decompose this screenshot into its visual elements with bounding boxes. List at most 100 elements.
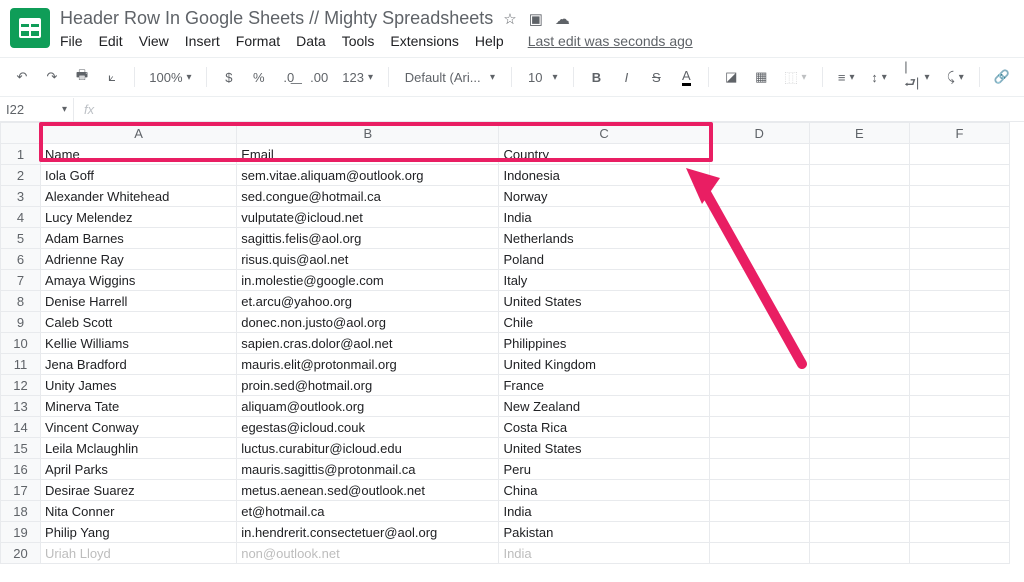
cell[interactable]: Italy (499, 270, 709, 291)
cell[interactable]: Name (41, 144, 237, 165)
row-header[interactable]: 4 (1, 207, 41, 228)
cell[interactable] (709, 270, 809, 291)
cell[interactable]: Poland (499, 249, 709, 270)
cell[interactable] (909, 270, 1009, 291)
cell[interactable]: Denise Harrell (41, 291, 237, 312)
cell[interactable] (809, 207, 909, 228)
cell[interactable] (909, 375, 1009, 396)
cell[interactable]: Philippines (499, 333, 709, 354)
cell[interactable] (809, 333, 909, 354)
cell[interactable]: India (499, 543, 709, 564)
cell[interactable]: Philip Yang (41, 522, 237, 543)
paint-format-button[interactable]: ⟀ (100, 64, 124, 90)
strike-button[interactable]: S (644, 64, 668, 90)
cell[interactable] (809, 186, 909, 207)
cell[interactable]: Norway (499, 186, 709, 207)
cell[interactable] (709, 333, 809, 354)
corner-cell[interactable] (1, 123, 41, 144)
row-header[interactable]: 5 (1, 228, 41, 249)
cell[interactable] (909, 312, 1009, 333)
row-header[interactable]: 6 (1, 249, 41, 270)
cell[interactable] (809, 543, 909, 564)
last-edit[interactable]: Last edit was seconds ago (528, 33, 693, 49)
cell[interactable]: Adam Barnes (41, 228, 237, 249)
row-header[interactable]: 11 (1, 354, 41, 375)
cell[interactable] (709, 312, 809, 333)
menu-data[interactable]: Data (296, 33, 326, 49)
cell[interactable] (809, 165, 909, 186)
name-box[interactable]: I22 (0, 98, 74, 121)
cell[interactable] (909, 165, 1009, 186)
col-header[interactable]: C (499, 123, 709, 144)
col-header[interactable]: D (709, 123, 809, 144)
row-header[interactable]: 2 (1, 165, 41, 186)
row-header[interactable]: 8 (1, 291, 41, 312)
cell[interactable]: Chile (499, 312, 709, 333)
cell[interactable]: et.arcu@yahoo.org (237, 291, 499, 312)
cell[interactable] (909, 249, 1009, 270)
valign-button[interactable]: ↕ (866, 64, 892, 90)
cell[interactable] (909, 354, 1009, 375)
cell[interactable]: Minerva Tate (41, 396, 237, 417)
menu-help[interactable]: Help (475, 33, 504, 49)
borders-button[interactable]: ▦ (749, 64, 773, 90)
row-header[interactable]: 3 (1, 186, 41, 207)
row-header[interactable]: 20 (1, 543, 41, 564)
print-button[interactable]: 🖶 (70, 64, 94, 90)
dec-increase-button[interactable]: .00 (307, 64, 332, 90)
menu-edit[interactable]: Edit (99, 33, 123, 49)
cell[interactable]: Netherlands (499, 228, 709, 249)
cell[interactable] (709, 186, 809, 207)
cell[interactable] (809, 270, 909, 291)
col-header[interactable]: F (909, 123, 1009, 144)
cell[interactable]: Leila Mclaughlin (41, 438, 237, 459)
cell[interactable] (909, 543, 1009, 564)
cell[interactable]: Caleb Scott (41, 312, 237, 333)
menu-insert[interactable]: Insert (185, 33, 220, 49)
cell[interactable]: April Parks (41, 459, 237, 480)
cell[interactable] (909, 417, 1009, 438)
cell[interactable]: sed.congue@hotmail.ca (237, 186, 499, 207)
cell[interactable]: Costa Rica (499, 417, 709, 438)
menu-extensions[interactable]: Extensions (390, 33, 458, 49)
cell[interactable] (909, 438, 1009, 459)
sheets-logo[interactable] (10, 8, 50, 48)
row-header[interactable]: 18 (1, 501, 41, 522)
italic-button[interactable]: I (614, 64, 638, 90)
cell[interactable]: proin.sed@hotmail.org (237, 375, 499, 396)
fillcolor-button[interactable]: ◪ (719, 64, 743, 90)
cell[interactable] (809, 144, 909, 165)
cell[interactable]: Peru (499, 459, 709, 480)
col-header[interactable]: A (41, 123, 237, 144)
bold-button[interactable]: B (584, 64, 608, 90)
cell[interactable]: Vincent Conway (41, 417, 237, 438)
cell[interactable]: Indonesia (499, 165, 709, 186)
font-dropdown[interactable]: Default (Ari... (399, 64, 501, 90)
cell[interactable]: United Kingdom (499, 354, 709, 375)
row-header[interactable]: 17 (1, 480, 41, 501)
cell[interactable]: Pakistan (499, 522, 709, 543)
zoom-dropdown[interactable]: 100% (145, 64, 196, 90)
cell[interactable] (809, 312, 909, 333)
undo-button[interactable]: ↶ (10, 64, 34, 90)
cell[interactable] (809, 375, 909, 396)
cell[interactable]: France (499, 375, 709, 396)
halign-button[interactable]: ≡ (833, 64, 860, 90)
cell[interactable]: Kellie Williams (41, 333, 237, 354)
row-header[interactable]: 15 (1, 438, 41, 459)
cell[interactable] (709, 438, 809, 459)
cell[interactable]: Lucy Melendez (41, 207, 237, 228)
cell[interactable] (909, 228, 1009, 249)
cell[interactable]: India (499, 501, 709, 522)
cell[interactable] (809, 228, 909, 249)
cell[interactable]: Amaya Wiggins (41, 270, 237, 291)
cell[interactable] (809, 480, 909, 501)
cell[interactable] (709, 480, 809, 501)
cell[interactable] (909, 480, 1009, 501)
move-icon[interactable]: ▣ (529, 10, 543, 28)
cell[interactable] (909, 522, 1009, 543)
cell[interactable]: Country (499, 144, 709, 165)
dec-decrease-button[interactable]: .0͟ (277, 64, 301, 90)
cell[interactable] (909, 291, 1009, 312)
cell[interactable] (909, 501, 1009, 522)
